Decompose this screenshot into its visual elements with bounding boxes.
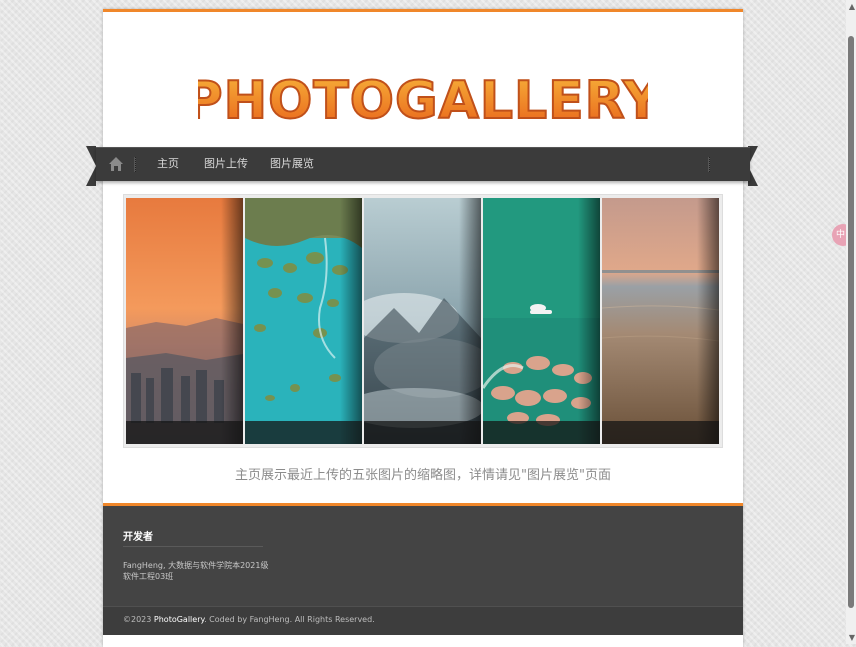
gallery-image-2[interactable] [245,198,362,444]
footer: 开发者 FangHeng, 大数据与软件学院本2021级 软件工程03班 [103,503,743,609]
scrollbar[interactable]: ▲ ▼ [846,0,856,644]
nav-item-upload[interactable]: 图片上传 [204,157,248,171]
gallery-image-3[interactable] [364,198,481,444]
header: PHOTOGALLERY [103,12,743,148]
nav-separator [134,157,136,172]
logo-text: PHOTOGALLERY [198,71,648,131]
scroll-up-arrow[interactable]: ▲ [849,2,855,11]
copyright-brand[interactable]: PhotoGallery [154,615,204,624]
developer-class: 软件工程03班 [123,572,174,581]
footer-title: 开发者 [123,532,153,543]
gallery-image-4[interactable] [483,198,600,444]
scrollbar-thumb[interactable] [848,36,854,608]
footer-divider [123,546,263,547]
nav-separator [708,157,710,172]
nav-item-gallery[interactable]: 图片展览 [270,157,314,171]
nav-item-home[interactable]: 主页 [157,157,179,171]
gallery-image-5[interactable] [602,198,719,444]
copyright-bar: ©2023 PhotoGallery. Coded by FangHeng. A… [103,606,743,635]
gallery-caption: 主页展示最近上传的五张图片的缩略图，详情请见"图片展览"页面 [235,468,611,483]
copyright-text: ©2023 PhotoGallery. Coded by FangHeng. A… [123,615,375,624]
main-nav: 主页 图片上传 图片展览 [96,147,750,181]
scroll-down-arrow[interactable]: ▼ [849,633,855,642]
home-icon[interactable] [108,156,124,172]
site-logo[interactable]: PHOTOGALLERY [198,68,648,132]
gallery-image-1[interactable] [126,198,243,444]
nav-ribbon-left [86,146,96,186]
gallery-slider [123,194,723,448]
developer-info: FangHeng, 大数据与软件学院本2021级 [123,561,269,570]
